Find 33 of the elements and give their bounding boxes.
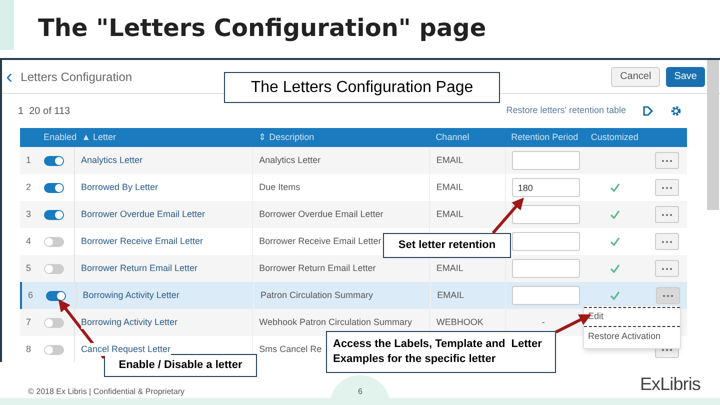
row-number: 1 xyxy=(26,154,32,167)
table-cell-text: - xyxy=(542,316,545,329)
row-number: 6 xyxy=(28,288,34,302)
table-cell-text: Borrower Overdue Email Letter xyxy=(259,208,384,221)
table-cell-text: EMAIL xyxy=(437,288,464,302)
table-cell-text: WEBHOOK xyxy=(436,316,484,329)
logo: ExLibris xyxy=(640,375,700,393)
pagination-text: 1 20 of 113 xyxy=(18,104,70,118)
row-number: 5 xyxy=(26,262,32,275)
row-number: 3 xyxy=(26,208,32,221)
copyright-text: © 2018 Ex Libris | Confidential & Proprietary xyxy=(28,386,184,398)
callout-box: Enable / Disable a letter xyxy=(104,354,257,377)
row-number: 2 xyxy=(26,180,32,194)
page-number: 6 xyxy=(358,386,362,398)
callout-box: Access the Labels, Template and Letter Examples for the specific letter xyxy=(326,331,556,373)
row-number: 8 xyxy=(26,342,32,356)
table-cell-text: Due Items xyxy=(259,180,300,194)
callout-box: The Letters Configuration Page xyxy=(224,72,500,103)
table-cell-text: Borrower Return Email Letter xyxy=(259,262,376,275)
table-cell-text: Borrower Receive Email Letter xyxy=(259,234,382,248)
callout-box: Set letter retention xyxy=(383,233,511,258)
row-number: 4 xyxy=(26,234,32,248)
table-cell-text: Sms Cancel Re xyxy=(259,342,322,356)
table-cell-text: Patron Circulation Summary xyxy=(260,288,374,302)
table-cell-text: Analytics Letter xyxy=(259,154,321,167)
table-cell-text: Webhook Patron Circulation Summary xyxy=(259,316,412,329)
slide-title: The "Letters Configuration" page xyxy=(38,13,486,44)
page-title: Letters Configuration xyxy=(20,68,132,86)
row-number: 7 xyxy=(26,316,32,329)
table-cell-text: EMAIL xyxy=(436,154,464,167)
table-cell-text: EMAIL xyxy=(436,180,464,194)
table-cell-text: EMAIL xyxy=(436,208,464,221)
table-cell-text: EMAIL xyxy=(436,262,464,275)
